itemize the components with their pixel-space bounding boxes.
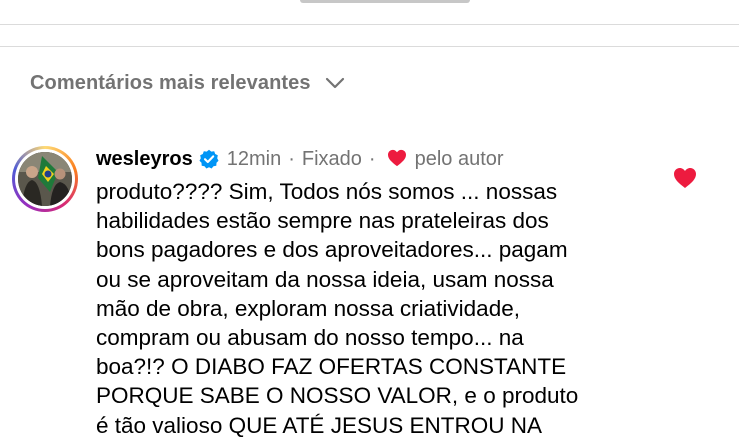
verified-badge-icon bbox=[199, 149, 219, 169]
heart-icon bbox=[387, 149, 407, 169]
separator-dot: · bbox=[368, 147, 376, 170]
divider-section bbox=[0, 46, 739, 47]
comments-sort-label: Comentários mais relevantes bbox=[30, 71, 311, 94]
pinned-label: Fixado bbox=[301, 147, 362, 170]
avatar-photo bbox=[18, 152, 72, 206]
previous-content-edge bbox=[0, 0, 739, 26]
divider-top bbox=[0, 24, 739, 25]
chevron-down-icon bbox=[325, 73, 345, 93]
comments-sort-dropdown[interactable]: Comentários mais relevantes bbox=[30, 68, 345, 98]
avatar-ring-gap bbox=[15, 149, 75, 209]
comment-timestamp: 12min bbox=[226, 147, 282, 170]
separator-dot: · bbox=[288, 147, 295, 170]
comment-text: produto???? Sim, Todos nós somos ... nos… bbox=[96, 179, 579, 438]
cut-off-text bbox=[300, 0, 470, 3]
username-link[interactable]: wesleyros bbox=[96, 148, 193, 171]
liked-by-author-label: pelo autor bbox=[414, 147, 504, 170]
like-comment-heart-icon[interactable] bbox=[673, 167, 697, 189]
comment-meta: wesleyros 12min · Fixado · pelo autor bbox=[96, 146, 504, 172]
avatar[interactable] bbox=[12, 146, 78, 212]
